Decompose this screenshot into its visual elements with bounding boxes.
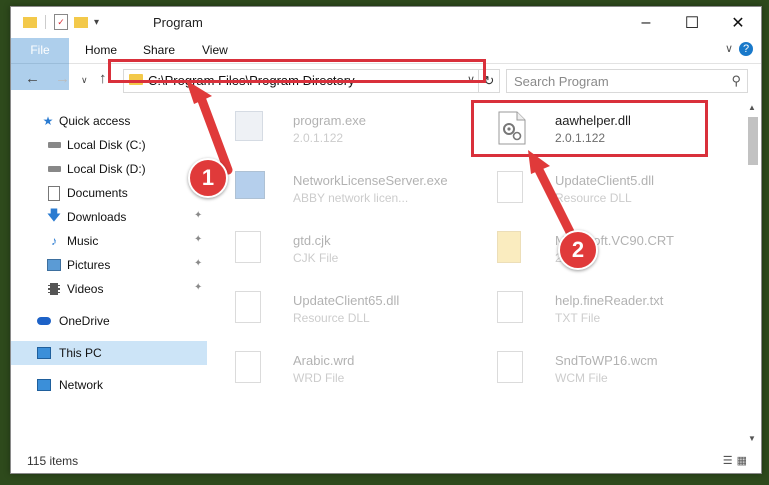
arrow-2 <box>532 161 575 237</box>
arrow-1-head <box>186 80 212 104</box>
callout-2: 2 <box>558 230 598 270</box>
annotation-arrows <box>186 80 575 237</box>
callout-1: 1 <box>188 158 228 198</box>
arrow-2-head <box>528 150 550 174</box>
